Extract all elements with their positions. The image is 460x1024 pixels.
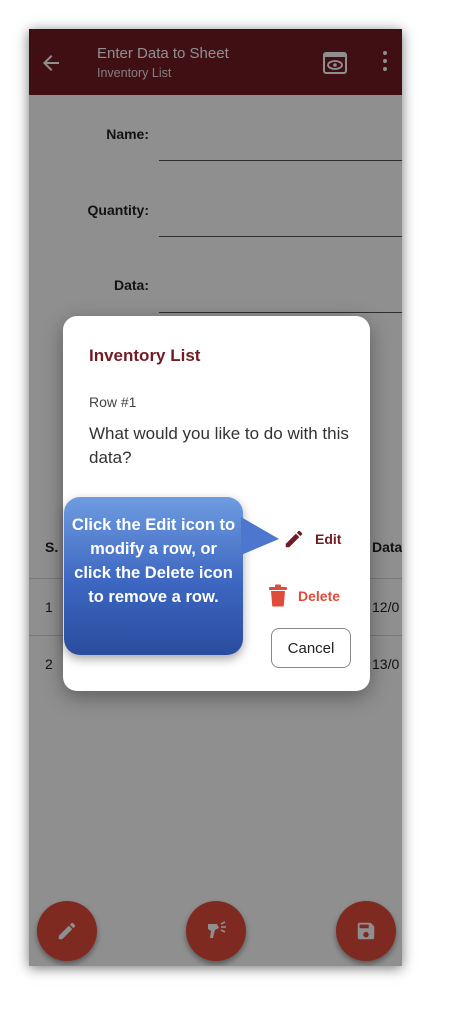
pencil-icon [285,530,303,548]
dialog-question: What would you like to do with this data… [89,424,349,467]
tutorial-callout: Click the Edit icon to modify a row, or … [64,497,243,655]
delete-button-label: Delete [298,588,341,604]
trash-icon [269,584,287,607]
dialog-title: Inventory List [89,346,201,365]
cancel-button[interactable]: Cancel [271,628,351,668]
callout-pointer [241,517,279,555]
edit-button-label: Edit [315,531,342,547]
callout-text: Click the Edit icon to modify a row, or … [71,516,236,606]
delete-button[interactable]: Delete [268,582,340,610]
dialog-row-number: Row #1 [89,394,137,410]
edit-button[interactable]: Edit [283,525,341,553]
